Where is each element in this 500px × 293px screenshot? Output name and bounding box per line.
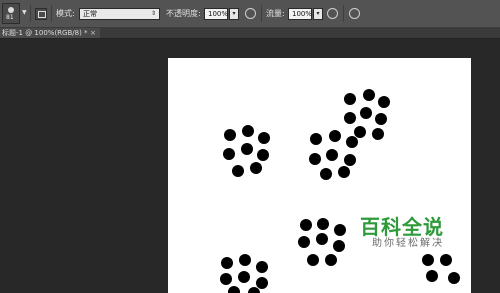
brush-dot	[375, 113, 387, 125]
brush-dot	[316, 233, 328, 245]
select-arrows-icon: ⇕	[150, 10, 156, 17]
brush-dot	[257, 149, 269, 161]
brush-dot	[338, 166, 350, 178]
divider	[343, 5, 344, 22]
brush-dot	[238, 271, 250, 283]
brush-dot	[329, 130, 341, 142]
brush-dot	[239, 254, 251, 266]
brush-dot	[307, 254, 319, 266]
folder-brush-icon	[38, 11, 46, 18]
brush-dot	[426, 270, 438, 282]
divider	[30, 5, 31, 22]
flow-dropdown-button[interactable]: ▾	[313, 8, 323, 20]
brush-dot	[256, 261, 268, 273]
opacity-dropdown-button[interactable]: ▾	[229, 8, 239, 20]
blend-mode-value: 正常	[83, 10, 97, 18]
brush-preset-arrow-icon[interactable]: ▼	[22, 9, 27, 16]
brush-dot	[344, 112, 356, 124]
brush-dot	[258, 132, 270, 144]
brush-dot	[363, 89, 375, 101]
divider	[51, 5, 52, 22]
brush-dot	[221, 257, 233, 269]
brush-dot	[448, 272, 460, 284]
document-tab-bar: 标题-1 @ 100%(RGB/8) * ×	[0, 28, 500, 39]
watermark-subtitle: 助你轻松解决	[372, 238, 444, 249]
brush-dot	[344, 154, 356, 166]
flow-input[interactable]: 100%	[288, 8, 312, 20]
brush-preset-picker[interactable]: 81	[2, 3, 20, 24]
document-tab[interactable]: 标题-1 @ 100%(RGB/8) * ×	[0, 28, 100, 38]
close-icon[interactable]: ×	[90, 28, 96, 38]
opacity-label: 不透明度:	[166, 9, 201, 18]
brush-dot	[250, 162, 262, 174]
pressure-opacity-icon[interactable]	[245, 8, 256, 19]
brush-dot	[360, 107, 372, 119]
brush-dot	[422, 254, 434, 266]
brush-dot	[248, 287, 260, 293]
mode-label: 模式:	[56, 9, 75, 18]
brush-dot	[298, 236, 310, 248]
brush-dot	[300, 219, 312, 231]
brush-tip-icon	[8, 7, 14, 13]
brush-dot	[256, 277, 268, 289]
brush-dot	[220, 273, 232, 285]
brush-dot	[320, 168, 332, 180]
blend-mode-select[interactable]: 正常 ⇕	[79, 8, 160, 20]
brush-dot	[333, 240, 345, 252]
brush-dot	[224, 129, 236, 141]
watermark-title: 百科全说	[360, 215, 444, 239]
document-tab-title: 标题-1 @ 100%(RGB/8) *	[2, 29, 88, 37]
brush-dot	[354, 126, 366, 138]
brush-dot	[228, 286, 240, 293]
brush-dot	[310, 133, 322, 145]
brush-dot	[372, 128, 384, 140]
flow-label: 流量:	[266, 9, 285, 18]
brush-dot	[334, 224, 346, 236]
watermark-logo: 百科全说 助你轻松解决	[360, 216, 460, 250]
brush-dot	[440, 254, 452, 266]
brush-dot	[346, 136, 358, 148]
brush-dot	[309, 153, 321, 165]
brush-dot	[223, 148, 235, 160]
brush-dot	[317, 218, 329, 230]
brush-dot	[232, 165, 244, 177]
pressure-size-icon[interactable]	[349, 8, 360, 19]
brush-size-label: 81	[6, 14, 14, 21]
brush-dot	[242, 125, 254, 137]
brush-panel-toggle-button[interactable]	[35, 8, 47, 20]
opacity-input[interactable]: 100%	[204, 8, 228, 20]
document-canvas[interactable]	[168, 58, 471, 293]
brush-dot	[326, 149, 338, 161]
brush-dot	[378, 96, 390, 108]
brush-dot	[241, 143, 253, 155]
divider	[261, 5, 262, 22]
options-bar: 81 ▼ 模式: 正常 ⇕ 不透明度: 100% ▾ 流量: 100% ▾	[0, 0, 500, 28]
airbrush-icon[interactable]	[327, 8, 338, 19]
brush-dot	[325, 254, 337, 266]
brush-dot	[344, 93, 356, 105]
